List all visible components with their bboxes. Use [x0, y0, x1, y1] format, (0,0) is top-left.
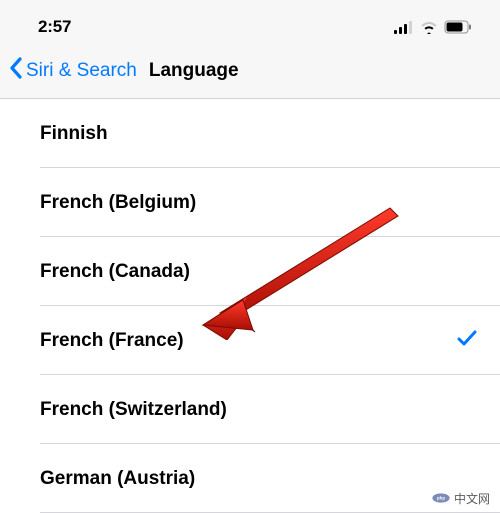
chevron-left-icon	[8, 56, 24, 86]
cellular-signal-icon	[394, 21, 414, 34]
language-row-french-switzerland[interactable]: French (Switzerland)	[0, 375, 500, 444]
wifi-icon	[420, 21, 438, 34]
language-row-french-belgium[interactable]: French (Belgium)	[0, 168, 500, 237]
language-row-german-austria[interactable]: German (Austria)	[0, 444, 500, 513]
status-right	[394, 20, 472, 34]
status-bar: 2:57	[0, 0, 500, 46]
language-row-finnish[interactable]: Finnish	[0, 99, 500, 168]
language-list: Finnish French (Belgium) French (Canada)…	[0, 98, 500, 513]
back-button[interactable]: Siri & Search	[8, 56, 137, 86]
navigation-bar: Siri & Search Language	[0, 46, 500, 98]
language-label: French (Belgium)	[40, 192, 196, 214]
language-label: Finnish	[40, 123, 108, 145]
battery-icon	[444, 20, 472, 34]
language-label: French (Switzerland)	[40, 399, 227, 421]
php-logo-icon: php	[432, 489, 450, 507]
back-label: Siri & Search	[26, 60, 137, 82]
language-row-french-canada[interactable]: French (Canada)	[0, 237, 500, 306]
svg-text:php: php	[437, 495, 445, 500]
language-label: French (Canada)	[40, 261, 190, 283]
language-row-french-france[interactable]: French (France)	[0, 306, 500, 375]
status-time: 2:57	[38, 17, 71, 37]
checkmark-icon	[456, 327, 478, 354]
language-label: German (Austria)	[40, 468, 195, 490]
watermark: php 中文网	[432, 489, 490, 507]
watermark-text: 中文网	[454, 490, 490, 507]
page-title: Language	[149, 60, 239, 82]
language-label: French (France)	[40, 330, 184, 352]
